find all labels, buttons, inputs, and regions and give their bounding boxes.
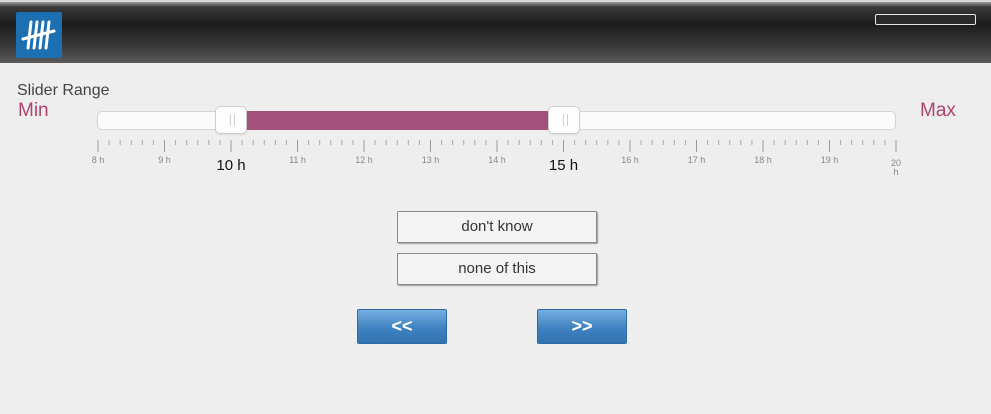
slider-scale bbox=[97, 140, 897, 152]
tick-label: 11 h bbox=[289, 155, 306, 165]
dont-know-button[interactable]: don't know bbox=[397, 211, 597, 243]
tick-label: 12 h bbox=[355, 155, 373, 165]
tick-label: 16 h bbox=[621, 155, 639, 165]
tick-label: 8 h bbox=[91, 155, 105, 165]
none-of-this-button[interactable]: none of this bbox=[397, 253, 597, 285]
tick-label: 9 h bbox=[158, 155, 171, 165]
selected-high-value: 15 h bbox=[548, 157, 579, 174]
selected-low-value: 10 h bbox=[216, 157, 246, 174]
back-button[interactable]: << bbox=[357, 309, 447, 344]
tick-label: 14 h bbox=[488, 155, 506, 165]
tick-label: 17 h bbox=[687, 155, 706, 165]
tick-label: 19 h bbox=[820, 155, 839, 165]
tick-label: 18 h bbox=[754, 155, 772, 165]
tick-label: 13 h bbox=[421, 155, 440, 165]
next-button[interactable]: >> bbox=[537, 309, 627, 344]
tick-label: 20 h bbox=[890, 158, 901, 177]
